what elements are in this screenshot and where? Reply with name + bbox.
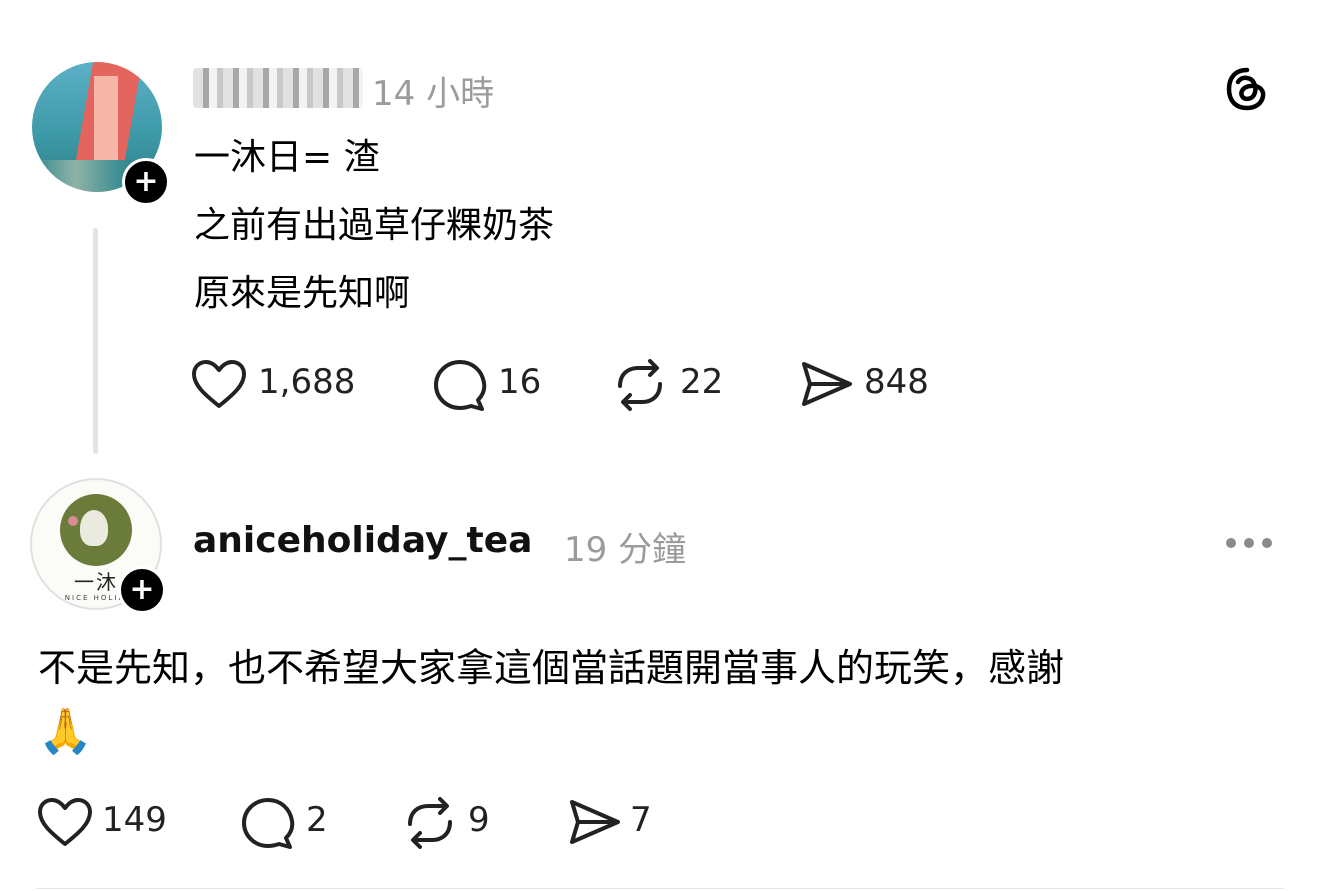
- like-count: 149: [102, 800, 167, 840]
- comment-count: 2: [306, 800, 328, 840]
- post-timestamp: 14 小時: [372, 74, 495, 114]
- repost-icon: [408, 797, 452, 849]
- repost-count: 9: [468, 800, 490, 840]
- post-text-line: 一沐日= 渣: [194, 137, 380, 178]
- avatar-logo-mark: [80, 510, 108, 546]
- username-blurred[interactable]: [193, 68, 363, 108]
- share-button[interactable]: [798, 358, 854, 410]
- like-button[interactable]: [36, 796, 94, 848]
- thread-connector-line: [93, 228, 98, 454]
- share-count: 848: [864, 362, 929, 402]
- share-button[interactable]: [566, 796, 622, 848]
- follow-plus-icon[interactable]: +: [122, 158, 170, 206]
- username[interactable]: aniceholiday_tea: [193, 520, 532, 561]
- threads-logo-icon[interactable]: [1222, 64, 1272, 118]
- follow-plus-icon[interactable]: +: [118, 566, 166, 614]
- send-icon: [802, 362, 852, 406]
- post-text-line: 原來是先知啊: [194, 273, 411, 314]
- avatar-image-detail: [94, 76, 118, 160]
- heart-icon: [192, 360, 246, 408]
- repost-button[interactable]: [612, 358, 668, 412]
- comment-icon: [242, 798, 295, 849]
- reply-text-line: 不是先知，也不希望大家拿這個當話題開當事人的玩笑，感謝: [38, 646, 1065, 690]
- comment-icon: [434, 360, 487, 411]
- prayer-hands-emoji: 🙏: [38, 706, 93, 757]
- repost-button[interactable]: [402, 796, 458, 850]
- avatar-logo-dot: [68, 516, 78, 526]
- repost-icon: [618, 359, 662, 411]
- heart-icon: [38, 798, 92, 846]
- comment-count: 16: [498, 362, 542, 402]
- like-count: 1,688: [258, 362, 356, 402]
- comment-button[interactable]: [432, 358, 488, 412]
- post-text-line: 之前有出過草仔粿奶茶: [194, 205, 555, 246]
- comment-button[interactable]: [240, 796, 296, 850]
- divider: [36, 888, 1284, 889]
- share-count: 7: [630, 800, 652, 840]
- post-timestamp: 19 分鐘: [564, 530, 687, 570]
- send-icon: [570, 800, 620, 844]
- like-button[interactable]: [190, 358, 248, 410]
- more-options-icon[interactable]: [1226, 538, 1272, 548]
- repost-count: 22: [680, 362, 724, 402]
